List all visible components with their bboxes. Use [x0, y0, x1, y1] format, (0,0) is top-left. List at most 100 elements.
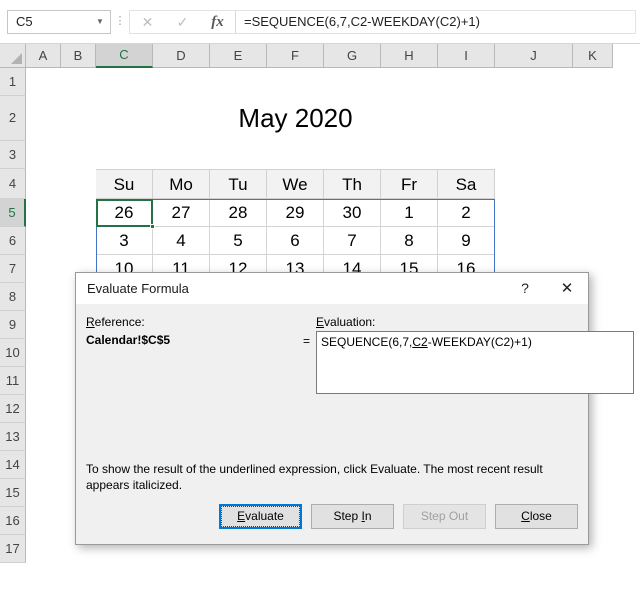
row-header-2[interactable]: 2 — [0, 96, 26, 141]
cell-blank[interactable] — [381, 141, 438, 169]
cell-blank[interactable] — [26, 507, 61, 535]
cell-blank[interactable] — [26, 479, 61, 507]
column-header-b[interactable]: B — [61, 44, 96, 68]
calendar-day-cell[interactable]: 6 — [267, 227, 324, 255]
row-header-15[interactable]: 15 — [0, 479, 26, 507]
weekday-header-cell[interactable]: We — [267, 169, 324, 199]
cell-blank[interactable] — [153, 141, 210, 169]
column-header-j[interactable]: J — [495, 44, 573, 68]
cell-blank[interactable] — [61, 169, 96, 199]
calendar-day-cell[interactable]: 26 — [96, 199, 153, 227]
weekday-header-cell[interactable]: Fr — [381, 169, 438, 199]
cell-blank[interactable] — [495, 199, 573, 227]
row-header-7[interactable]: 7 — [0, 255, 26, 283]
weekday-header-cell[interactable]: Th — [324, 169, 381, 199]
row-header-3[interactable]: 3 — [0, 141, 26, 169]
calendar-title-cell[interactable]: May 2020 — [96, 96, 495, 141]
cell-blank[interactable] — [573, 199, 613, 227]
cell-blank[interactable] — [573, 169, 613, 199]
calendar-day-cell[interactable]: 5 — [210, 227, 267, 255]
cell-blank[interactable] — [26, 227, 61, 255]
cell-blank[interactable] — [267, 141, 324, 169]
cell-blank[interactable] — [573, 68, 613, 96]
calendar-day-cell[interactable]: 9 — [438, 227, 495, 255]
calendar-day-cell[interactable]: 28 — [210, 199, 267, 227]
evaluate-button[interactable]: Evaluate — [219, 504, 302, 529]
calendar-day-cell[interactable]: 3 — [96, 227, 153, 255]
cell-blank[interactable] — [26, 535, 61, 563]
cell-blank[interactable] — [26, 339, 61, 367]
column-header-i[interactable]: I — [438, 44, 495, 68]
help-icon[interactable]: ? — [504, 273, 546, 304]
cell-blank[interactable] — [26, 141, 61, 169]
cell-blank[interactable] — [26, 199, 61, 227]
row-header-6[interactable]: 6 — [0, 227, 26, 255]
row-header-10[interactable]: 10 — [0, 339, 26, 367]
insert-function-icon[interactable]: fx — [203, 11, 233, 33]
cell-blank[interactable] — [495, 141, 573, 169]
column-header-k[interactable]: K — [573, 44, 613, 68]
calendar-day-cell[interactable]: 30 — [324, 199, 381, 227]
row-header-17[interactable]: 17 — [0, 535, 26, 563]
close-button[interactable]: Close — [495, 504, 578, 529]
row-header-14[interactable]: 14 — [0, 451, 26, 479]
cell-blank[interactable] — [61, 96, 96, 141]
calendar-day-cell[interactable]: 2 — [438, 199, 495, 227]
enter-icon[interactable]: ✓ — [168, 11, 198, 33]
weekday-header-cell[interactable]: Mo — [153, 169, 210, 199]
cell-blank[interactable] — [324, 68, 381, 96]
column-header-f[interactable]: F — [267, 44, 324, 68]
cell-blank[interactable] — [26, 68, 61, 96]
cell-blank[interactable] — [153, 68, 210, 96]
cell-blank[interactable] — [61, 68, 96, 96]
column-header-d[interactable]: D — [153, 44, 210, 68]
step-in-button[interactable]: Step In — [311, 504, 394, 529]
row-header-5[interactable]: 5 — [0, 199, 26, 227]
cell-blank[interactable] — [495, 169, 573, 199]
cell-blank[interactable] — [26, 367, 61, 395]
column-header-c[interactable]: C — [96, 44, 153, 68]
cell-blank[interactable] — [61, 199, 96, 227]
calendar-day-cell[interactable]: 1 — [381, 199, 438, 227]
row-header-11[interactable]: 11 — [0, 367, 26, 395]
weekday-header-cell[interactable]: Tu — [210, 169, 267, 199]
cell-blank[interactable] — [573, 96, 613, 141]
cell-blank[interactable] — [26, 283, 61, 311]
cell-blank[interactable] — [26, 423, 61, 451]
cell-blank[interactable] — [495, 227, 573, 255]
cell-blank[interactable] — [324, 141, 381, 169]
column-header-e[interactable]: E — [210, 44, 267, 68]
row-header-12[interactable]: 12 — [0, 395, 26, 423]
cell-blank[interactable] — [26, 395, 61, 423]
cell-blank[interactable] — [26, 96, 61, 141]
cell-blank[interactable] — [573, 227, 613, 255]
cell-blank[interactable] — [210, 141, 267, 169]
weekday-header-cell[interactable]: Su — [96, 169, 153, 199]
cell-blank[interactable] — [495, 96, 573, 141]
cell-blank[interactable] — [61, 141, 96, 169]
cell-blank[interactable] — [438, 141, 495, 169]
cell-blank[interactable] — [96, 141, 153, 169]
name-box[interactable]: C5 ▼ — [7, 9, 111, 34]
cell-blank[interactable] — [438, 68, 495, 96]
cell-blank[interactable] — [26, 311, 61, 339]
formula-input[interactable]: =SEQUENCE(6,7,C2-WEEKDAY(C2)+1) — [235, 9, 636, 34]
calendar-day-cell[interactable]: 27 — [153, 199, 210, 227]
weekday-header-cell[interactable]: Sa — [438, 169, 495, 199]
column-header-g[interactable]: G — [324, 44, 381, 68]
row-header-16[interactable]: 16 — [0, 507, 26, 535]
row-header-8[interactable]: 8 — [0, 283, 26, 311]
cell-blank[interactable] — [61, 227, 96, 255]
row-header-13[interactable]: 13 — [0, 423, 26, 451]
cell-blank[interactable] — [26, 255, 61, 283]
calendar-day-cell[interactable]: 4 — [153, 227, 210, 255]
cancel-icon[interactable]: ✕ — [133, 11, 163, 33]
evaluation-textbox[interactable]: SEQUENCE(6,7,C2-WEEKDAY(C2)+1) — [316, 331, 634, 394]
cell-blank[interactable] — [26, 169, 61, 199]
chevron-down-icon[interactable]: ▼ — [90, 11, 110, 33]
select-all-corner[interactable] — [0, 44, 26, 68]
cell-blank[interactable] — [210, 68, 267, 96]
calendar-day-cell[interactable]: 8 — [381, 227, 438, 255]
cell-blank[interactable] — [26, 451, 61, 479]
calendar-day-cell[interactable]: 7 — [324, 227, 381, 255]
